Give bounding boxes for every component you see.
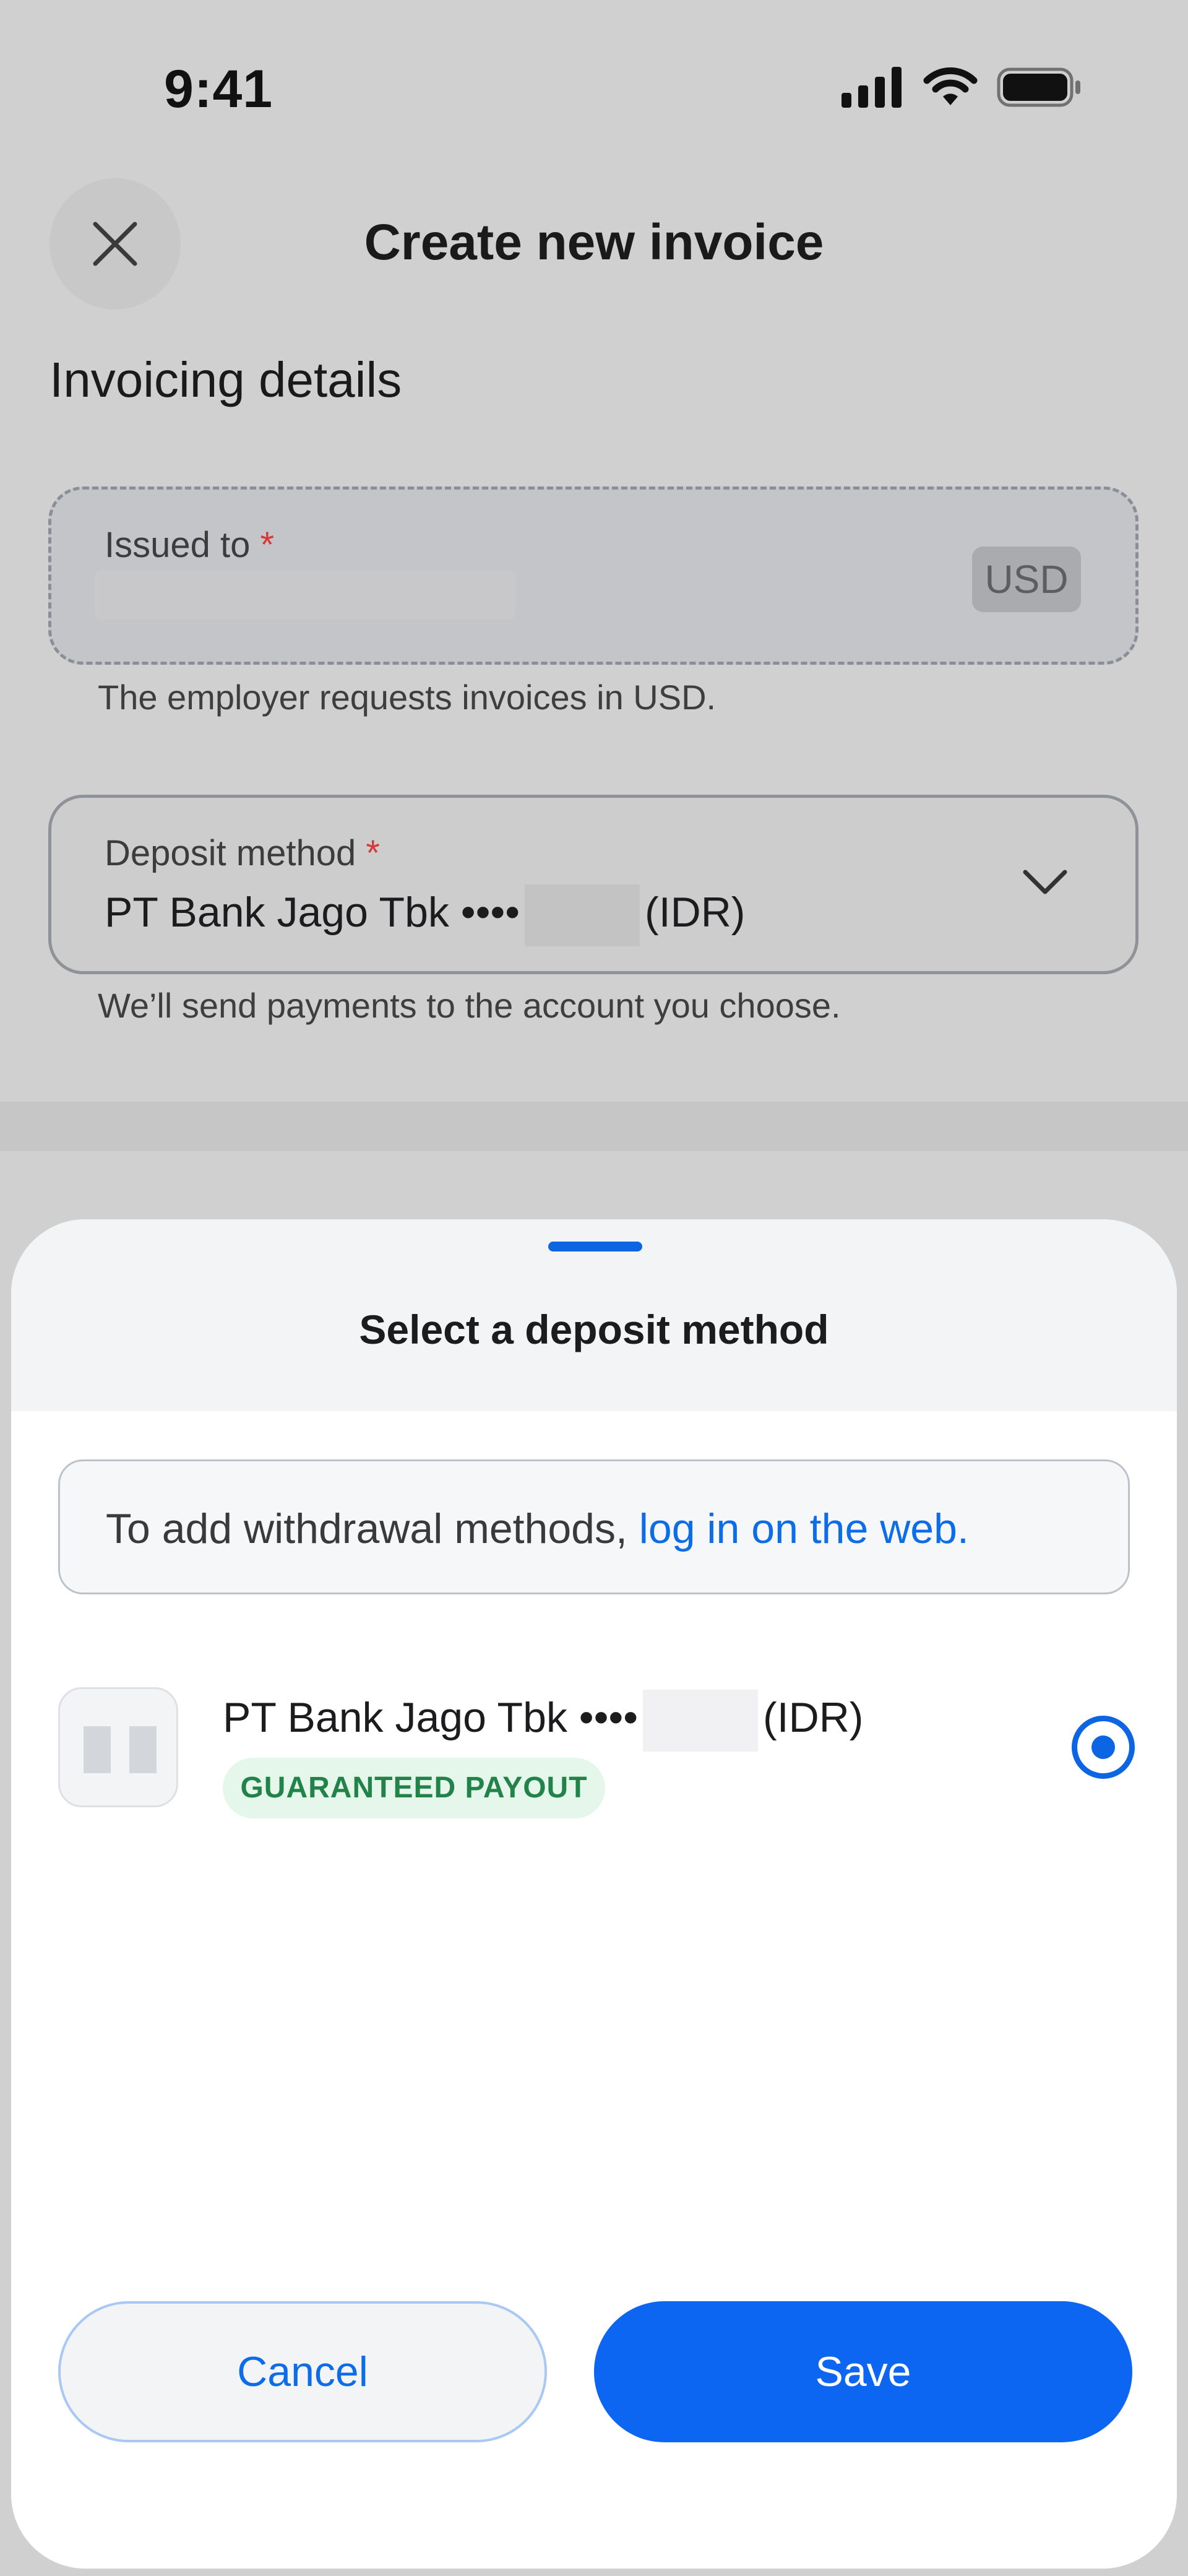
masked-account xyxy=(643,1690,759,1752)
deposit-method-label-text: Deposit method xyxy=(105,833,356,873)
logo-bar-left xyxy=(84,1726,111,1773)
sheet-title: Select a deposit method xyxy=(359,1307,829,1352)
info-text-body: To add withdrawal methods, xyxy=(106,1505,639,1552)
login-web-link[interactable]: log in on the web. xyxy=(639,1505,969,1552)
section-title-invoicing: Invoicing details xyxy=(50,352,402,407)
redacted-value xyxy=(95,570,515,620)
issued-to-label-text: Issued to xyxy=(105,525,251,565)
deposit-method-value: PT Bank Jago Tbk •••• (IDR) xyxy=(105,884,745,946)
cancel-button[interactable]: Cancel xyxy=(58,2301,547,2442)
info-banner: To add withdrawal methods, log in on the… xyxy=(58,1459,1130,1594)
deposit-method-helper: We’ll send payments to the account you c… xyxy=(98,986,841,1025)
section-divider xyxy=(0,1102,1188,1151)
deposit-value-prefix: PT Bank Jago Tbk •••• xyxy=(105,888,520,936)
guaranteed-payout-badge: GUARANTEED PAYOUT xyxy=(223,1758,605,1818)
deposit-method-label: Deposit method * xyxy=(105,832,380,874)
bank-logo xyxy=(58,1687,178,1807)
status-bar: 9:41 xyxy=(0,0,1188,161)
wifi-icon xyxy=(923,67,978,105)
deposit-method-field[interactable]: Deposit method * PT Bank Jago Tbk •••• (I… xyxy=(48,795,1138,974)
radio-selected[interactable] xyxy=(1072,1716,1135,1779)
sheet-header: Select a deposit method xyxy=(11,1219,1177,1411)
bank-name-prefix: PT Bank Jago Tbk •••• xyxy=(223,1693,639,1741)
status-time: 9:41 xyxy=(164,59,273,119)
issued-to-helper: The employer requests invoices in USD. xyxy=(98,678,717,717)
info-text: To add withdrawal methods, log in on the… xyxy=(106,1505,969,1553)
bank-name: PT Bank Jago Tbk •••• (IDR) xyxy=(223,1690,863,1752)
page-title: Create new invoice xyxy=(364,214,824,270)
issued-to-field[interactable]: Issued to * USD xyxy=(48,486,1138,665)
chevron-down-icon xyxy=(1023,870,1067,894)
status-icons xyxy=(842,67,1089,110)
deposit-method-option[interactable]: PT Bank Jago Tbk •••• (IDR) GUARANTEED PA… xyxy=(58,1687,1135,1830)
required-mark: * xyxy=(260,525,275,565)
deposit-method-sheet: Select a deposit method To add withdrawa… xyxy=(11,1219,1177,2569)
issued-to-label: Issued to * xyxy=(105,524,274,566)
deposit-value-suffix: (IDR) xyxy=(645,888,746,936)
drag-handle[interactable] xyxy=(548,1242,642,1251)
battery-icon xyxy=(997,67,1080,107)
bank-name-suffix: (IDR) xyxy=(763,1693,864,1741)
signal-icon xyxy=(842,67,902,108)
masked-account xyxy=(525,884,640,946)
save-button[interactable]: Save xyxy=(594,2301,1132,2442)
currency-badge: USD xyxy=(972,547,1081,612)
logo-bar-right xyxy=(129,1726,157,1773)
required-mark: * xyxy=(366,833,380,873)
